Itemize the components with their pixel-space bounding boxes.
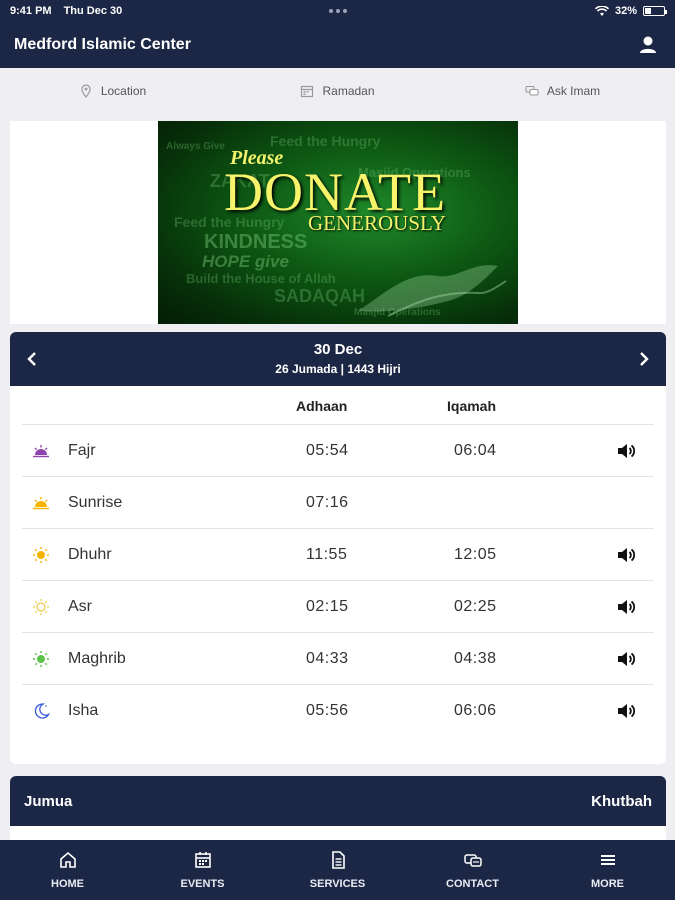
calendar-icon — [301, 85, 314, 98]
iqamah-time: 04:38 — [454, 650, 497, 667]
nav-more-label: MORE — [591, 878, 624, 890]
prayer-name: Dhuhr — [68, 546, 112, 563]
app-title: Medford Islamic Center — [14, 36, 191, 53]
multitask-dots — [328, 9, 347, 13]
nav-events-label: EVENTS — [180, 878, 225, 890]
speaker-icon[interactable] — [616, 649, 636, 669]
speaker-icon[interactable] — [616, 545, 636, 565]
adhaan-time: 05:56 — [306, 702, 349, 719]
prayer-name: Sunrise — [68, 494, 123, 511]
menu-icon — [600, 855, 615, 865]
adhaan-time: 05:54 — [306, 442, 349, 459]
nav-events[interactable]: EVENTS — [135, 840, 270, 900]
document-icon — [331, 851, 345, 869]
status-bar: 9:41 PM Thu Dec 30 32% — [0, 0, 675, 22]
quick-nav-location-label: Location — [100, 84, 147, 98]
adhaan-time: 04:33 — [306, 650, 349, 667]
sunrise-icon — [33, 497, 49, 510]
banner-generously: GENEROUSLY — [308, 211, 446, 235]
prayer-name: Isha — [68, 702, 99, 719]
prayer-row-isha: Isha 05:56 06:06 — [22, 684, 654, 736]
nav-home[interactable]: HOME — [0, 840, 135, 900]
jumua-header: Jumua Khutbah — [10, 776, 666, 826]
nav-services[interactable]: SERVICES — [270, 840, 405, 900]
adhaan-time: 07:16 — [306, 494, 349, 511]
nav-contact-label: CONTACT — [446, 878, 499, 890]
contact-icon — [463, 854, 482, 867]
sun-icon — [33, 547, 49, 563]
previous-day-chevron-icon[interactable] — [22, 349, 42, 369]
iqamah-time: 06:04 — [454, 442, 497, 459]
iqamah-time: 06:06 — [454, 702, 497, 719]
speaker-icon[interactable] — [616, 701, 636, 721]
iqamah-header: Iqamah — [447, 398, 497, 414]
sun-outline-icon — [33, 599, 49, 615]
battery-percent: 32% — [614, 5, 637, 17]
banner-bg-word: Always Give — [166, 141, 225, 152]
adhaan-time: 02:15 — [306, 598, 349, 615]
prayer-row-sunrise: Sunrise 07:16 — [22, 476, 654, 528]
status-time: 9:41 PM — [10, 5, 52, 17]
quick-nav-ramadan[interactable]: Ramadan — [225, 84, 450, 98]
open-hands-icon — [358, 265, 507, 317]
column-headers: Adhaan Iqamah — [10, 386, 666, 424]
donate-banner[interactable]: Feed the Hungry Masjid Operations ZAKAT … — [158, 121, 518, 324]
date-header: 30 Dec 26 Jumada | 1443 Hijri — [10, 332, 666, 386]
nav-services-label: SERVICES — [309, 878, 366, 890]
banner-bg-word: HOPE give — [202, 252, 289, 271]
home-icon — [59, 851, 76, 868]
banner-container: Feed the Hungry Masjid Operations ZAKAT … — [10, 121, 666, 324]
nav-contact[interactable]: CONTACT — [405, 840, 540, 900]
khutbah-label: Khutbah — [591, 792, 652, 810]
quick-nav-ramadan-label: Ramadan — [322, 84, 375, 98]
next-day-chevron-icon[interactable] — [634, 349, 654, 369]
speaker-icon[interactable] — [616, 441, 636, 461]
prayer-row-fajr: Fajr 05:54 06:04 — [22, 424, 654, 476]
quick-nav-ask-imam[interactable]: Ask Imam — [450, 84, 675, 98]
jumua-body — [10, 826, 666, 840]
wifi-icon — [594, 5, 609, 16]
banner-bg-word: Build the House of Allah — [186, 271, 336, 286]
prayer-row-dhuhr: Dhuhr 11:55 12:05 — [22, 528, 654, 580]
chat-icon — [525, 85, 539, 96]
hijri-date: 26 Jumada | 1443 Hijri — [275, 362, 401, 376]
nav-more[interactable]: MORE — [540, 840, 675, 900]
quick-nav: Location Ramadan Ask Imam — [0, 68, 675, 114]
prayer-row-maghrib: Maghrib 04:33 04:38 — [22, 632, 654, 684]
adhaan-header: Adhaan — [296, 398, 348, 414]
battery-icon — [643, 6, 667, 16]
bottom-nav: HOME EVENTS SERVICES CONTACT MORE — [0, 840, 675, 900]
gregorian-date: 30 Dec — [313, 341, 363, 358]
prayer-times-card: 30 Dec 26 Jumada | 1443 Hijri Adhaan Iqa… — [10, 332, 666, 764]
jumua-label: Jumua — [24, 792, 73, 810]
moon-icon — [34, 703, 50, 719]
adhaan-time: 11:55 — [306, 546, 348, 563]
prayer-name: Fajr — [68, 442, 96, 459]
sunrise-icon — [33, 445, 49, 458]
iqamah-time: 02:25 — [454, 598, 497, 615]
iqamah-time: 12:05 — [454, 546, 497, 563]
user-icon[interactable] — [635, 32, 661, 58]
banner-bg-word: Feed the Hungry — [270, 133, 381, 149]
prayer-name: Asr — [68, 598, 92, 615]
quick-nav-location[interactable]: Location — [0, 84, 225, 98]
nav-home-label: HOME — [51, 878, 84, 890]
map-pin-icon — [81, 84, 91, 98]
app-bar: Medford Islamic Center — [0, 22, 675, 68]
status-date: Thu Dec 30 — [63, 5, 123, 17]
quick-nav-ask-imam-label: Ask Imam — [546, 84, 601, 98]
prayer-row-asr: Asr 02:15 02:25 — [22, 580, 654, 632]
sunset-icon — [33, 651, 49, 667]
calendar-icon — [194, 852, 211, 868]
banner-bg-word: KINDNESS — [204, 231, 308, 253]
speaker-icon[interactable] — [616, 597, 636, 617]
prayer-name: Maghrib — [68, 650, 126, 667]
